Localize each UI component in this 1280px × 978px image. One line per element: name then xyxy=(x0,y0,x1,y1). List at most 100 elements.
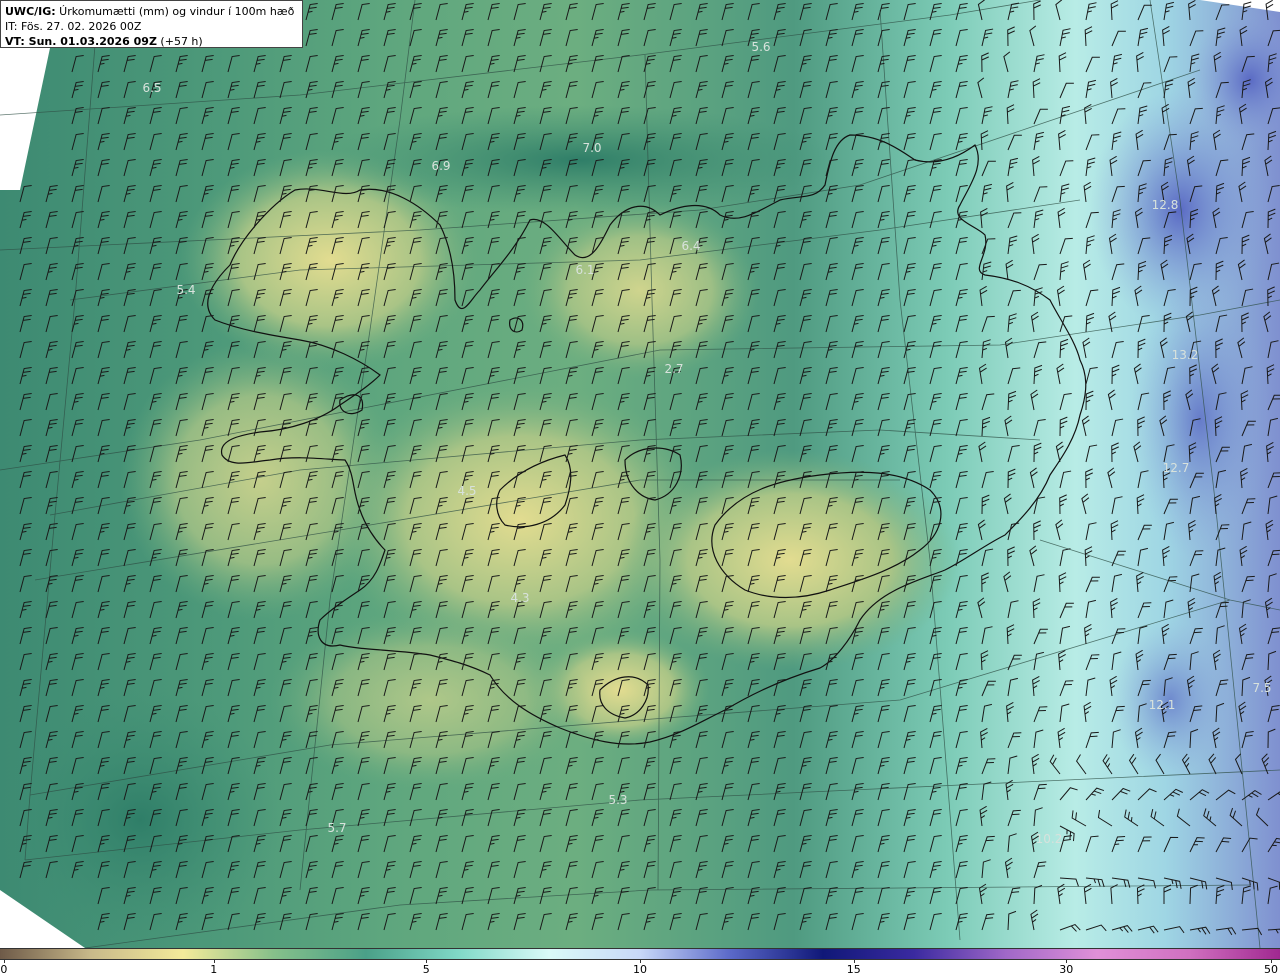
wind-barb xyxy=(565,808,578,827)
wind-barb xyxy=(851,730,864,749)
wind-barb xyxy=(1263,311,1272,333)
wind-barb xyxy=(825,860,838,879)
wind-barb xyxy=(1059,703,1070,723)
wind-barb xyxy=(175,314,188,333)
wind-barb xyxy=(565,80,578,99)
wind-barb xyxy=(695,912,708,931)
wind-barb xyxy=(773,730,786,749)
wind-barb xyxy=(1085,2,1097,21)
wind-barb xyxy=(825,834,838,853)
wind-barb xyxy=(721,730,734,749)
wind-barb xyxy=(97,652,110,671)
wind-barb xyxy=(903,782,916,801)
wind-barb xyxy=(929,340,942,359)
wind-barb xyxy=(591,782,604,801)
wind-barb xyxy=(539,80,552,99)
wind-barb xyxy=(1267,790,1280,801)
wind-barb xyxy=(1241,730,1254,749)
wind-barb xyxy=(1059,923,1081,932)
colorbar-tick-label: 15 xyxy=(846,963,861,976)
wind-barb xyxy=(1215,885,1225,905)
wind-barb xyxy=(1004,337,1013,359)
wind-barb xyxy=(955,158,968,177)
wind-barb xyxy=(851,54,864,73)
wind-barb xyxy=(591,80,604,99)
wind-barb xyxy=(1059,494,1067,515)
wind-barb xyxy=(903,288,916,307)
wind-barb xyxy=(1110,520,1119,541)
wind-barb xyxy=(825,80,838,99)
wind-barb xyxy=(721,912,734,931)
wind-barb xyxy=(565,886,578,905)
wind-barb xyxy=(97,54,110,73)
wind-barb xyxy=(877,782,890,801)
wind-barb xyxy=(253,704,266,723)
wind-barb xyxy=(383,860,396,879)
wind-barb xyxy=(825,340,838,359)
wind-barb xyxy=(1031,233,1040,255)
wind-barb xyxy=(955,678,968,697)
wind-barb xyxy=(1111,496,1123,515)
wind-barb xyxy=(929,80,942,99)
wind-barb xyxy=(799,912,812,931)
wind-barb xyxy=(981,470,994,489)
wind-barb xyxy=(1241,877,1259,891)
wind-barb xyxy=(1033,884,1043,905)
wind-barb xyxy=(981,28,994,47)
wind-barb xyxy=(1007,2,1020,21)
wind-barb xyxy=(1111,30,1126,47)
wind-barb xyxy=(747,756,760,775)
wind-barb xyxy=(877,210,890,229)
wind-barb xyxy=(513,236,526,255)
wind-barb xyxy=(305,808,318,827)
wind-barb xyxy=(1267,837,1280,853)
wind-barb xyxy=(71,54,84,73)
colorbar-tick-label: 0 xyxy=(0,963,8,976)
wind-barb xyxy=(461,834,474,853)
wind-barb xyxy=(487,808,500,827)
wind-barb xyxy=(1007,468,1016,489)
wind-barb xyxy=(487,28,500,47)
forecast-map[interactable]: 5.6 6.5 7.0 6.9 12.8 6.4 6.1 5.4 13.2 2.7 12.7 4.5 4… xyxy=(0,0,1280,948)
wind-barb xyxy=(409,860,422,879)
wind-barb xyxy=(721,2,734,21)
wind-barb xyxy=(877,340,890,359)
wind-barb xyxy=(71,418,84,437)
wind-barb xyxy=(331,782,344,801)
wind-barb xyxy=(1189,837,1205,853)
wind-barb xyxy=(903,678,916,697)
wind-barb xyxy=(1084,26,1093,47)
wind-barb xyxy=(1033,574,1045,593)
wind-barb xyxy=(1059,315,1073,333)
wind-barb xyxy=(981,52,989,73)
wind-barb xyxy=(461,808,474,827)
wind-barb xyxy=(97,262,110,281)
wind-barb xyxy=(253,678,266,697)
wind-barb xyxy=(1059,183,1070,203)
wind-barb xyxy=(1033,186,1048,203)
wind-barb xyxy=(305,860,318,879)
wind-barb xyxy=(227,626,240,645)
wind-barb xyxy=(487,340,500,359)
wind-barb xyxy=(747,834,760,853)
colorbar-tick-label: 50 xyxy=(1264,963,1279,976)
wind-barb xyxy=(929,756,942,775)
valid-time-date: VT: Sun. 01.03.2026 09Z xyxy=(5,35,157,48)
wind-barb xyxy=(903,28,916,47)
wind-barb xyxy=(773,106,786,125)
wind-barb xyxy=(461,28,474,47)
wind-barb xyxy=(929,886,942,905)
wind-barb xyxy=(955,496,968,515)
wind-barb xyxy=(123,80,136,99)
wind-barb xyxy=(977,77,985,99)
wind-barb xyxy=(1033,287,1043,307)
wind-barb xyxy=(1187,597,1196,619)
wind-barb xyxy=(175,652,188,671)
wind-barb xyxy=(305,132,318,151)
colorbar-tick-label: 1 xyxy=(210,963,218,976)
wind-barb xyxy=(1059,82,1074,99)
wind-barb xyxy=(1059,470,1072,489)
wind-barb xyxy=(617,2,630,21)
wind-barb xyxy=(357,886,370,905)
wind-barb xyxy=(1111,340,1124,359)
